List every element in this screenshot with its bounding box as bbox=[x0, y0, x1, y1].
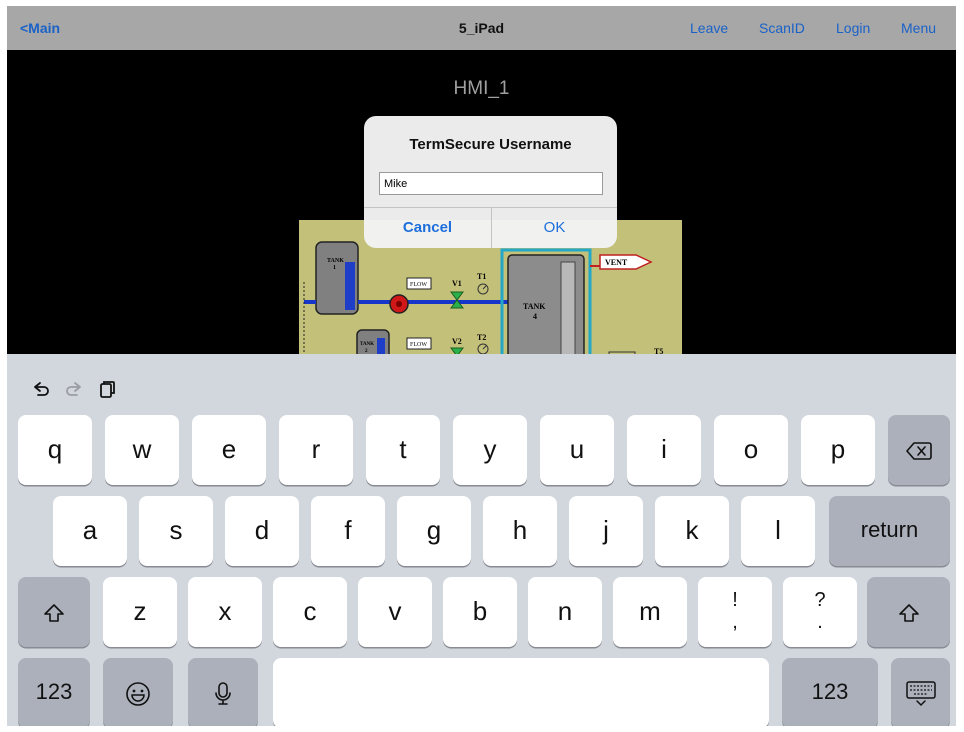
redo-icon[interactable] bbox=[63, 378, 85, 400]
emoji-icon bbox=[126, 682, 150, 706]
key-r[interactable]: r bbox=[279, 415, 353, 485]
shift-icon bbox=[898, 604, 919, 622]
key-question-period[interactable]: ? . bbox=[783, 577, 857, 647]
key-c[interactable]: c bbox=[273, 577, 347, 647]
username-dialog: TermSecure Username Cancel OK bbox=[364, 116, 617, 248]
menu-link[interactable]: Menu bbox=[901, 6, 936, 50]
nav-title: 5_iPad bbox=[458, 20, 505, 36]
scanid-link[interactable]: ScanID bbox=[759, 6, 805, 50]
flow-1-label: FLOW bbox=[410, 282, 427, 288]
numbers-key-left[interactable]: 123 bbox=[18, 658, 90, 726]
vent-indicator: VENT bbox=[590, 254, 653, 270]
leave-link[interactable]: Leave bbox=[690, 6, 728, 50]
key-z[interactable]: z bbox=[103, 577, 177, 647]
key-h[interactable]: h bbox=[483, 496, 557, 566]
username-input[interactable] bbox=[379, 172, 603, 195]
key-t[interactable]: t bbox=[366, 415, 440, 485]
key-period-label: . bbox=[817, 611, 823, 633]
temp-sensor-2: T2 bbox=[477, 333, 489, 355]
key-question-label: ? bbox=[814, 589, 826, 611]
key-p[interactable]: p bbox=[801, 415, 875, 485]
key-b[interactable]: b bbox=[443, 577, 517, 647]
undo-icon[interactable] bbox=[30, 378, 52, 400]
key-i[interactable]: i bbox=[627, 415, 701, 485]
key-exclaim-label: ! bbox=[732, 589, 738, 611]
dictation-key[interactable] bbox=[188, 658, 258, 726]
nav-bar: 5_iPad <Main Leave ScanID Login Menu bbox=[7, 6, 956, 50]
key-l[interactable]: l bbox=[741, 496, 815, 566]
key-y[interactable]: y bbox=[453, 415, 527, 485]
valve-1-label: V1 bbox=[452, 279, 462, 288]
key-d[interactable]: d bbox=[225, 496, 299, 566]
hide-keyboard-icon bbox=[905, 681, 936, 707]
cancel-button[interactable]: Cancel bbox=[364, 208, 491, 248]
shift-key-right[interactable] bbox=[867, 577, 950, 647]
key-comma-label: , bbox=[732, 611, 738, 633]
key-exclaim-comma[interactable]: ! , bbox=[698, 577, 772, 647]
backspace-icon bbox=[906, 442, 932, 460]
temp-2-label: T2 bbox=[477, 333, 486, 342]
key-v[interactable]: v bbox=[358, 577, 432, 647]
on-screen-keyboard: q w e r t y u i o p a s d f g h j k l re… bbox=[7, 354, 956, 726]
key-a[interactable]: a bbox=[53, 496, 127, 566]
backspace-key[interactable] bbox=[888, 415, 950, 485]
key-g[interactable]: g bbox=[397, 496, 471, 566]
vent-label: VENT bbox=[605, 258, 628, 267]
key-m[interactable]: m bbox=[613, 577, 687, 647]
dialog-title: TermSecure Username bbox=[409, 136, 572, 153]
valve-2-label: V2 bbox=[452, 337, 462, 346]
key-f[interactable]: f bbox=[311, 496, 385, 566]
hmi-title: HMI_1 bbox=[453, 78, 510, 99]
ok-button[interactable]: OK bbox=[492, 208, 617, 248]
login-link[interactable]: Login bbox=[836, 6, 870, 50]
shift-icon bbox=[44, 604, 64, 622]
flow-meter-2: FLOW bbox=[406, 337, 432, 350]
key-q[interactable]: q bbox=[18, 415, 92, 485]
tank-1: TANK 1 bbox=[315, 241, 359, 315]
return-key[interactable]: return bbox=[829, 496, 950, 566]
key-s[interactable]: s bbox=[139, 496, 213, 566]
flow-meter-1: FLOW bbox=[406, 277, 432, 290]
pump bbox=[389, 294, 409, 314]
numbers-key-right[interactable]: 123 bbox=[782, 658, 878, 726]
app-window: 5_iPad <Main Leave ScanID Login Menu HMI… bbox=[7, 6, 956, 726]
microphone-icon bbox=[215, 682, 231, 705]
key-x[interactable]: x bbox=[188, 577, 262, 647]
key-j[interactable]: j bbox=[569, 496, 643, 566]
tank-1-number: 1 bbox=[333, 265, 336, 271]
tank-1-label: TANK bbox=[327, 258, 344, 264]
tank-4-number: 4 bbox=[533, 312, 537, 321]
tank-4-label: TANK bbox=[523, 302, 546, 311]
key-o[interactable]: o bbox=[714, 415, 788, 485]
key-n[interactable]: n bbox=[528, 577, 602, 647]
key-u[interactable]: u bbox=[540, 415, 614, 485]
tank-4: TANK 4 bbox=[500, 248, 592, 360]
hide-keyboard-key[interactable] bbox=[891, 658, 950, 726]
temp-1-label: T1 bbox=[477, 272, 486, 281]
temp-sensor-1: T1 bbox=[477, 272, 489, 295]
tank-2-label: TANK bbox=[360, 342, 374, 347]
paste-icon[interactable] bbox=[96, 378, 118, 400]
key-e[interactable]: e bbox=[192, 415, 266, 485]
key-w[interactable]: w bbox=[105, 415, 179, 485]
shift-key-left[interactable] bbox=[18, 577, 90, 647]
space-bar[interactable] bbox=[273, 658, 769, 726]
back-main-link[interactable]: <Main bbox=[20, 6, 60, 50]
emoji-key[interactable] bbox=[103, 658, 173, 726]
key-k[interactable]: k bbox=[655, 496, 729, 566]
flow-2-label: FLOW bbox=[410, 342, 427, 348]
